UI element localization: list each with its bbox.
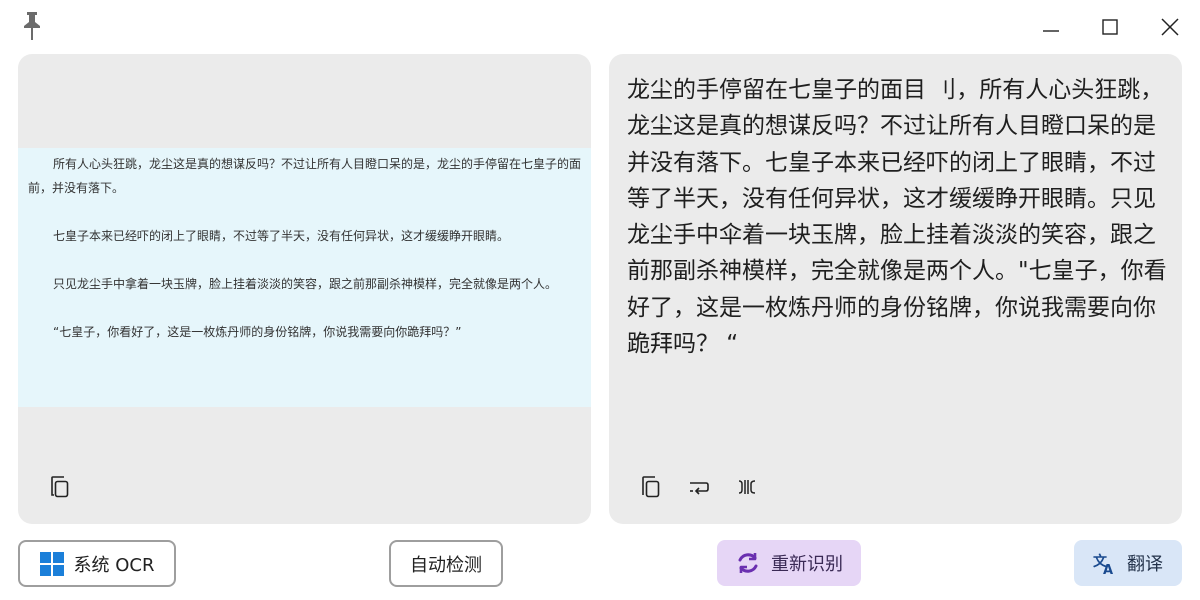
wrap-text-icon <box>690 482 709 495</box>
wrap-text-button[interactable] <box>686 474 712 500</box>
auto-detect-button[interactable]: 自动检测 <box>389 540 503 587</box>
windows-logo-icon <box>39 551 64 576</box>
copy-icon <box>642 476 660 498</box>
maximize-button[interactable] <box>1095 12 1125 42</box>
translate-label: 翻译 <box>1127 554 1163 575</box>
ocr-result-text[interactable]: 龙尘的手停留在七皇子的面目 刂，所有人心头狂跳，龙尘这是真的想谋反吗？不过让所有… <box>627 72 1167 362</box>
source-paragraph: 只见龙尘手中拿着一块玉牌，脸上挂着淡淡的笑容，跟之前那副杀神模样，完全就像是两个… <box>53 277 558 291</box>
ocr-result-panel: 龙尘的手停留在七皇子的面目 刂，所有人心头狂跳，龙尘这是真的想谋反吗？不过让所有… <box>609 54 1182 524</box>
text-cursor-icon <box>738 480 756 494</box>
source-paragraph: 所有人心头狂跳，龙尘这是真的想谋反吗？不过让所有人目瞪口呆的是，龙尘的手停留在七… <box>28 157 582 195</box>
svg-text:A: A <box>1103 563 1113 575</box>
auto-detect-label: 自动检测 <box>410 554 482 576</box>
ocr-engine-label: 系统 OCR <box>73 554 155 576</box>
translate-icon: 文 A <box>1093 553 1113 575</box>
minimize-button[interactable] <box>1036 12 1066 42</box>
ocr-engine-button[interactable]: 系统 OCR <box>18 540 176 587</box>
translate-button[interactable]: 文 A 翻译 <box>1074 540 1182 586</box>
source-paragraph: “七皇子，你看好了，这是一枚炼丹师的身份铭牌，你说我需要向你跪拜吗？” <box>53 325 462 339</box>
close-button[interactable] <box>1155 12 1185 42</box>
minimize-icon <box>1043 30 1059 32</box>
refresh-icon <box>738 553 758 573</box>
re-recognize-label: 重新识别 <box>771 554 843 575</box>
captured-image: 所有人心头狂跳，龙尘这是真的想谋反吗？不过让所有人目瞪口呆的是，龙尘的手停留在七… <box>18 148 591 407</box>
close-icon <box>1161 18 1179 36</box>
pin-icon[interactable] <box>20 10 44 42</box>
copy-text-button[interactable] <box>638 474 664 500</box>
source-paragraph: 七皇子本来已经吓的闭上了眼睛，不过等了半天，没有任何异状，这才缓缓睁开眼睛。 <box>53 229 510 243</box>
re-recognize-button[interactable]: 重新识别 <box>717 540 861 586</box>
source-image-panel: 所有人心头狂跳，龙尘这是真的想谋反吗？不过让所有人目瞪口呆的是，龙尘的手停留在七… <box>18 54 591 524</box>
maximize-icon <box>1102 19 1118 35</box>
text-cursor-button[interactable] <box>734 474 760 500</box>
copy-image-button[interactable] <box>47 474 73 500</box>
ocr-app-window: 所有人心头狂跳，龙尘这是真的想谋反吗？不过让所有人目瞪口呆的是，龙尘的手停留在七… <box>0 0 1200 600</box>
copy-icon <box>51 476 69 498</box>
